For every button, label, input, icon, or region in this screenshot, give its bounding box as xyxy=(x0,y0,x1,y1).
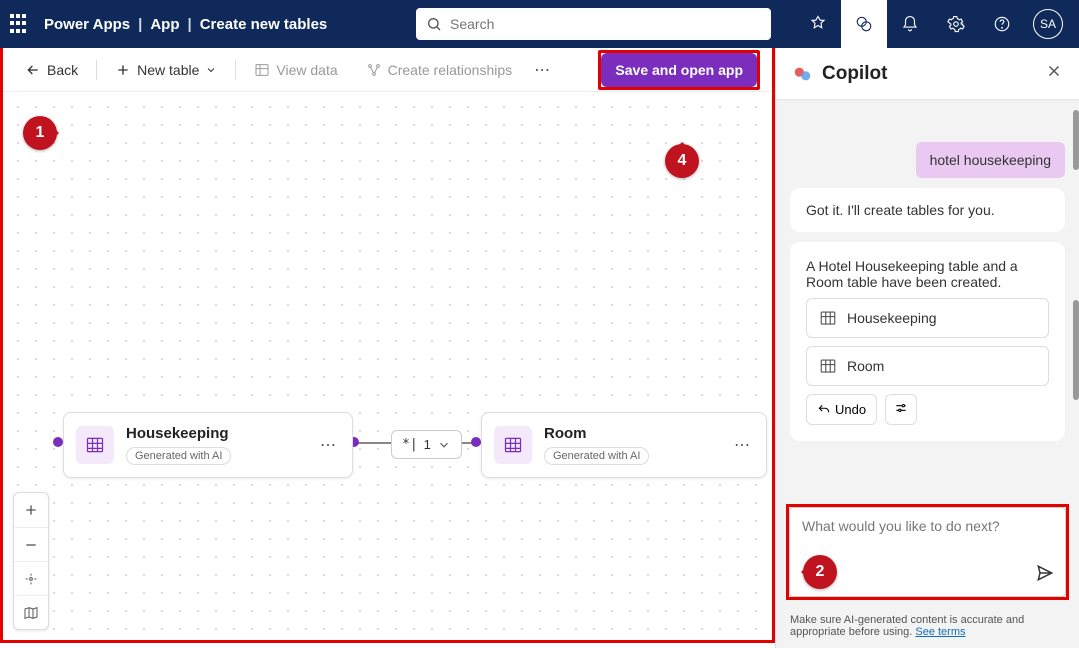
table-card-housekeeping[interactable]: Housekeeping Generated with AI ⋯ xyxy=(63,412,353,478)
canvas-toolbar: Back New table View data Create relation… xyxy=(3,48,772,92)
search-icon xyxy=(426,16,442,32)
back-button[interactable]: Back xyxy=(15,56,88,84)
card-more-icon[interactable]: ⋯ xyxy=(316,431,340,459)
environment-icon[interactable] xyxy=(795,0,841,48)
relationship-badge[interactable]: *|1 xyxy=(391,430,462,459)
sliders-icon xyxy=(894,401,908,415)
toolbar-more-icon[interactable]: ⋯ xyxy=(530,54,554,86)
callout-1: 1 xyxy=(23,116,57,150)
crumb-app[interactable]: App xyxy=(150,16,179,33)
copilot-footer: Make sure AI-generated content is accura… xyxy=(776,608,1079,648)
user-message: hotel housekeeping xyxy=(916,142,1065,178)
copilot-table-ref-housekeeping[interactable]: Housekeeping xyxy=(806,298,1049,338)
ai-chip: Generated with AI xyxy=(126,447,231,465)
send-icon xyxy=(1035,563,1055,583)
create-relationships-button[interactable]: Create relationships xyxy=(356,56,523,84)
zoom-out-button[interactable] xyxy=(14,527,48,561)
crumb-page: Create new tables xyxy=(200,16,328,33)
relationship-icon xyxy=(366,62,382,78)
search-input[interactable] xyxy=(450,16,761,32)
adjust-button[interactable] xyxy=(885,394,917,425)
chevron-down-icon xyxy=(205,64,217,76)
node-port-left[interactable] xyxy=(53,437,63,447)
callout-2: 2 xyxy=(803,555,837,589)
table-icon xyxy=(494,426,532,464)
table-icon xyxy=(254,62,270,78)
notifications-icon[interactable] xyxy=(887,0,933,48)
fit-view-button[interactable] xyxy=(14,561,48,595)
settings-icon[interactable] xyxy=(933,0,979,48)
save-and-open-app-button[interactable]: Save and open app xyxy=(601,53,757,87)
copilot-message: A Hotel Housekeeping table and a Room ta… xyxy=(790,242,1065,441)
canvas-background[interactable] xyxy=(3,92,772,640)
view-data-button[interactable]: View data xyxy=(244,56,347,84)
table-icon xyxy=(819,357,837,375)
card-more-icon[interactable]: ⋯ xyxy=(730,431,754,459)
table-icon xyxy=(76,426,114,464)
ai-chip: Generated with AI xyxy=(544,447,649,465)
copilot-title: Copilot xyxy=(822,63,887,85)
undo-button[interactable]: Undo xyxy=(806,394,877,425)
copilot-logo-icon xyxy=(792,63,814,85)
see-terms-link[interactable]: See terms xyxy=(915,626,965,638)
canvas-area: Back New table View data Create relation… xyxy=(0,48,775,643)
search-box[interactable] xyxy=(416,8,771,40)
copilot-table-ref-room[interactable]: Room xyxy=(806,346,1049,386)
send-button[interactable] xyxy=(1035,563,1055,586)
new-table-button[interactable]: New table xyxy=(105,56,227,84)
table-icon xyxy=(819,309,837,327)
app-launcher-icon[interactable] xyxy=(8,12,32,36)
breadcrumb: Power Apps | App | Create new tables xyxy=(44,16,327,33)
close-icon[interactable] xyxy=(1045,62,1063,85)
copilot-switch-icon[interactable] xyxy=(841,0,887,48)
chevron-down-icon xyxy=(437,438,451,452)
table-card-room[interactable]: Room Generated with AI ⋯ xyxy=(481,412,767,478)
copilot-message: Got it. I'll create tables for you. xyxy=(790,188,1065,232)
undo-icon xyxy=(817,403,831,417)
plus-icon xyxy=(115,62,131,78)
zoom-controls xyxy=(13,492,49,630)
zoom-in-button[interactable] xyxy=(14,493,48,527)
copilot-panel: Copilot hotel housekeeping Got it. I'll … xyxy=(775,48,1079,648)
table-title: Housekeeping xyxy=(126,425,231,442)
scrollbar-thumb[interactable] xyxy=(1073,110,1079,170)
help-icon[interactable] xyxy=(979,0,1025,48)
arrow-left-icon xyxy=(25,62,41,78)
node-port-left[interactable] xyxy=(471,437,481,447)
app-name[interactable]: Power Apps xyxy=(44,16,130,33)
callout-4: 4 xyxy=(665,144,699,178)
map-button[interactable] xyxy=(14,595,48,629)
scrollbar-thumb[interactable] xyxy=(1073,300,1079,400)
table-title: Room xyxy=(544,425,649,442)
avatar[interactable]: SA xyxy=(1033,9,1063,39)
